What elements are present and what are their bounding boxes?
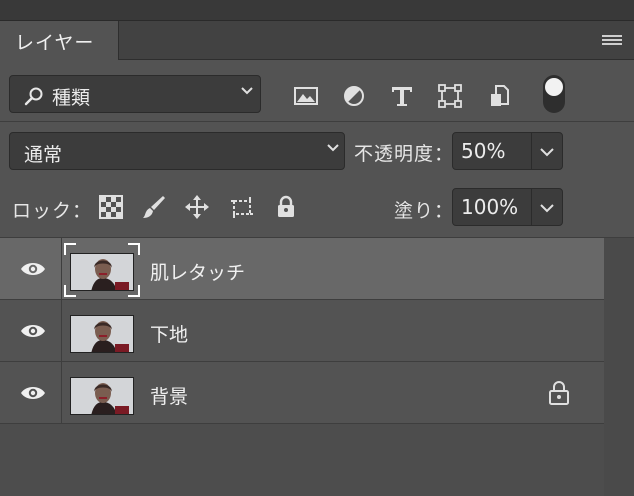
chevron-down-icon[interactable] <box>539 201 555 215</box>
blend-mode-value: 通常 <box>24 144 63 166</box>
image-filter-icon[interactable] <box>293 83 319 109</box>
layer-row-shitaji[interactable]: 下地 <box>0 300 604 362</box>
lock-transparent-pixels-icon[interactable] <box>98 194 124 220</box>
filter-kind-label: 種類 <box>52 87 91 109</box>
panel-top-strip <box>0 0 634 21</box>
panel-scroll-gutter <box>604 238 634 496</box>
opacity-field[interactable]: 50% <box>452 132 563 170</box>
panel-menu-icon[interactable] <box>602 35 622 47</box>
eye-icon[interactable] <box>20 322 46 340</box>
chevron-down-icon <box>327 144 339 152</box>
blend-mode-dropdown[interactable]: 通常 <box>9 132 345 170</box>
fill-value[interactable]: 100% <box>461 195 518 219</box>
layer-name[interactable]: 下地 <box>150 320 188 347</box>
lock-position-icon[interactable] <box>184 194 210 220</box>
shape-filter-icon[interactable] <box>437 83 463 109</box>
layer-thumbnail[interactable] <box>70 315 134 353</box>
lock-image-pixels-icon[interactable] <box>141 194 167 220</box>
chevron-down-icon[interactable] <box>539 145 555 159</box>
layer-lock-icon[interactable] <box>548 380 570 406</box>
chevron-down-icon <box>241 87 253 95</box>
panel-tab-bar: レイヤー <box>0 21 634 60</box>
visibility-toggle[interactable] <box>0 238 62 299</box>
layer-row-hada-retouch[interactable]: 肌レタッチ <box>0 238 604 300</box>
layer-thumbnail[interactable] <box>70 377 134 415</box>
filter-kind-dropdown[interactable]: 種類 <box>9 75 261 113</box>
opacity-value[interactable]: 50% <box>461 139 505 163</box>
layer-name[interactable]: 肌レタッチ <box>150 258 245 285</box>
layer-row-background[interactable]: 背景 <box>0 362 604 424</box>
lock-artboard-icon[interactable] <box>229 194 255 220</box>
lock-label: ロック： <box>12 200 93 222</box>
empty-layer-area <box>0 424 604 496</box>
fill-field[interactable]: 100% <box>452 188 563 226</box>
visibility-toggle[interactable] <box>0 300 62 361</box>
fill-label: 塗り： <box>394 200 455 222</box>
search-icon <box>24 87 43 106</box>
lock-all-icon[interactable] <box>273 194 299 220</box>
tab-layers-label: レイヤー <box>15 32 95 54</box>
visibility-toggle[interactable] <box>0 362 62 423</box>
eye-icon[interactable] <box>20 384 46 402</box>
smart-object-filter-icon[interactable] <box>487 83 513 109</box>
eye-icon[interactable] <box>20 260 46 278</box>
divider <box>0 121 634 122</box>
opacity-label: 不透明度： <box>354 143 455 165</box>
layer-name[interactable]: 背景 <box>150 382 188 409</box>
adjustment-filter-icon[interactable] <box>341 83 367 109</box>
type-filter-icon[interactable] <box>389 83 415 109</box>
tab-layers[interactable]: レイヤー <box>0 21 119 60</box>
layer-thumbnail[interactable] <box>70 253 134 291</box>
filter-toggle-switch[interactable] <box>543 75 565 113</box>
